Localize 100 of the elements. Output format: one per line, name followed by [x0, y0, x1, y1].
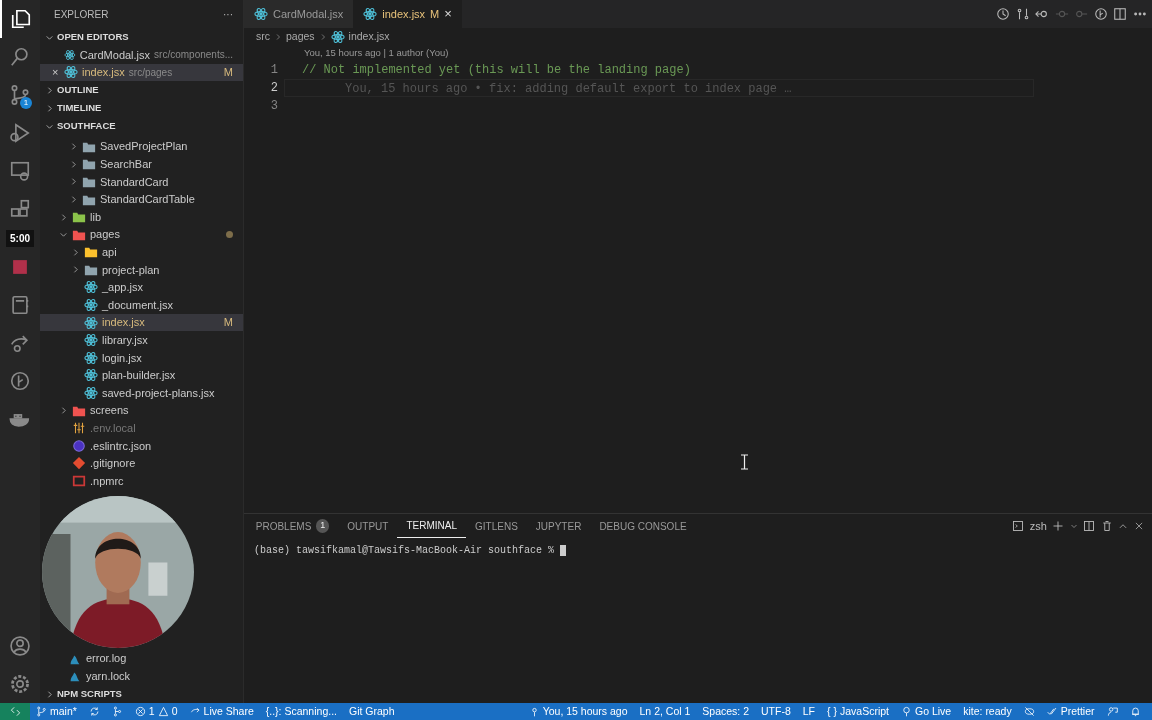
- editor-tab[interactable]: CardModal.jsx: [244, 0, 354, 28]
- file-item[interactable]: saved-project-plans.jsx: [40, 384, 243, 402]
- graph-icon: [111, 706, 123, 717]
- shell-name[interactable]: zsh: [1029, 517, 1047, 535]
- section-header[interactable]: SOUTHFACE: [40, 117, 243, 136]
- npm-icon: [72, 474, 86, 488]
- modified-dot: [226, 231, 233, 239]
- source-control-button[interactable]: 1: [0, 76, 40, 114]
- folder-item[interactable]: api: [40, 243, 243, 262]
- breadcrumb-item[interactable]: src: [256, 29, 270, 45]
- file-item[interactable]: CardModal.jsx src/components...: [40, 46, 243, 64]
- folder-item[interactable]: lib: [40, 208, 243, 226]
- files-icon: [10, 8, 32, 30]
- folder-icon: [72, 210, 86, 225]
- chevron-up-icon[interactable]: [1118, 521, 1129, 531]
- notebook-icon: [9, 294, 31, 316]
- file-item[interactable]: _app.jsx: [40, 278, 243, 297]
- live-share-button[interactable]: Live Share: [183, 703, 260, 720]
- gitlens-icon[interactable]: [1093, 7, 1108, 21]
- editor-tab[interactable]: index.jsx M ×: [353, 0, 462, 28]
- more-button[interactable]: ···: [223, 6, 233, 22]
- add-icon[interactable]: [1052, 520, 1065, 532]
- file-item[interactable]: login.jsx: [40, 349, 243, 367]
- bell-icon: [1129, 706, 1141, 717]
- panel-tab[interactable]: TERMINAL: [397, 514, 466, 538]
- file-item[interactable]: × index.jsx src/pages M: [40, 63, 243, 82]
- file-item[interactable]: yarn.lock: [40, 667, 243, 685]
- status-item[interactable]: Spaces: 2: [696, 703, 756, 720]
- remote-icon: [9, 706, 21, 717]
- go-live-button[interactable]: Go Live: [895, 703, 958, 720]
- status-item[interactable]: LF: [796, 703, 822, 720]
- folder-item[interactable]: StandardCard: [40, 173, 243, 191]
- chevron-down-icon: [58, 230, 68, 240]
- timer-button[interactable]: 5:00: [0, 228, 40, 248]
- warning-icon: [157, 706, 169, 717]
- status-item[interactable]: Ln 2, Col 1: [633, 703, 697, 720]
- folder-item[interactable]: pages: [40, 225, 243, 244]
- file-item[interactable]: _document.jsx: [40, 296, 243, 314]
- file-item[interactable]: .gitignore: [40, 454, 243, 473]
- breadcrumb-item[interactable]: index.jsx: [348, 29, 390, 45]
- status-item[interactable]: UTF-8: [755, 703, 797, 720]
- run-debug-icon: [9, 122, 31, 144]
- split-editor-icon[interactable]: [1113, 7, 1127, 21]
- code-comment: // Not implemented yet (this will be the landing page): [302, 63, 691, 77]
- file-item[interactable]: index.jsx M: [40, 313, 243, 332]
- section-header[interactable]: OPEN EDITORS: [40, 28, 243, 46]
- react-icon: [84, 280, 98, 295]
- folder-item[interactable]: StandardCardTable: [40, 190, 243, 209]
- language-button[interactable]: { } JavaScript: [821, 703, 895, 720]
- compare-icon[interactable]: [1015, 7, 1030, 21]
- folder-item[interactable]: SavedProjectPlan: [40, 137, 243, 156]
- branch-button[interactable]: main*: [30, 703, 83, 720]
- panel-tab[interactable]: DEBUG CONSOLE: [590, 514, 696, 538]
- line-number: 2: [269, 80, 279, 97]
- react-icon: [84, 386, 98, 401]
- file-item[interactable]: plan-builder.jsx: [40, 366, 243, 385]
- panel-tab[interactable]: JUPYTER: [526, 514, 591, 538]
- react-icon: [84, 350, 98, 365]
- split-icon[interactable]: [1083, 520, 1096, 532]
- folder-item[interactable]: SearchBar: [40, 155, 243, 174]
- file-path: src/pages: [128, 65, 173, 80]
- section-header[interactable]: TIMELINE: [40, 99, 243, 118]
- close-icon[interactable]: ×: [52, 64, 60, 81]
- trash-icon[interactable]: [1100, 520, 1113, 532]
- section-header[interactable]: NPM SCRIPTS: [40, 685, 243, 703]
- file-item[interactable]: .npmrc: [40, 472, 243, 490]
- folder-item[interactable]: project-plan: [40, 261, 243, 279]
- panel-tab[interactable]: OUTPUT: [338, 514, 398, 538]
- panel-tab[interactable]: PROBLEMS 1: [246, 514, 339, 538]
- explorer-title: EXPLORER: [54, 7, 109, 22]
- file-path: src/components...: [154, 48, 233, 63]
- file-item[interactable]: .env.local: [40, 419, 243, 438]
- status-item[interactable]: {..}: Scanning...: [259, 703, 343, 720]
- settings-icon: [9, 673, 31, 695]
- status-item[interactable]: kite: ready: [957, 703, 1018, 720]
- folder-icon: [84, 245, 98, 260]
- status-item[interactable]: Git Graph: [342, 703, 401, 720]
- react-icon: [64, 65, 78, 80]
- react-icon: [64, 47, 76, 62]
- history-icon[interactable]: [996, 7, 1010, 21]
- sync-icon: [88, 706, 100, 717]
- problems-button[interactable]: 1 0: [128, 703, 184, 720]
- breadcrumb-item[interactable]: pages: [286, 29, 315, 45]
- git-icon: [72, 456, 86, 471]
- terminal-cursor: [560, 544, 567, 556]
- folder-item[interactable]: screens: [40, 401, 243, 420]
- line-number: 1: [269, 62, 279, 79]
- close-icon[interactable]: [1133, 521, 1144, 531]
- file-item[interactable]: error.log: [40, 649, 243, 668]
- terminal-icon[interactable]: [1012, 520, 1025, 532]
- blame-item[interactable]: You, 15 hours ago: [522, 703, 634, 720]
- section-header[interactable]: OUTLINE: [40, 81, 243, 100]
- git-graph-icon: [9, 370, 31, 392]
- badge: 1: [20, 97, 32, 109]
- prettier-button[interactable]: Prettier: [1040, 703, 1101, 720]
- file-item[interactable]: library.jsx: [40, 331, 243, 350]
- file-item[interactable]: .eslintrc.json: [40, 437, 243, 455]
- extensions-icon: [9, 198, 31, 220]
- panel-tab[interactable]: GITLENS: [466, 514, 527, 538]
- codelens-text[interactable]: You, 15 hours ago | 1 author (You): [304, 47, 449, 58]
